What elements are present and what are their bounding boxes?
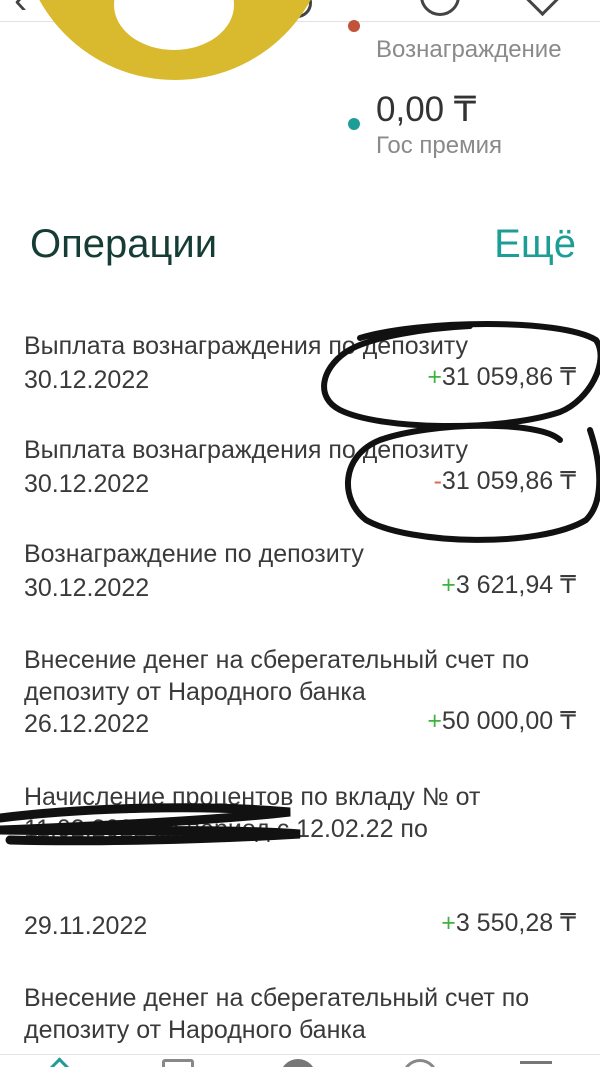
operation-date: 29.11.2022 xyxy=(24,912,148,940)
operation-amount-value: 31 059,86 ₸ xyxy=(441,363,576,391)
operation-description: Выплата вознаграждения по депозиту xyxy=(24,436,469,464)
legend-label-state-bonus: Гос премия xyxy=(376,132,502,159)
operation-amount-value: 50 000,00 ₸ xyxy=(441,707,576,735)
operation-description: Вознаграждение по депозиту xyxy=(24,540,364,568)
operations-title: Операции xyxy=(30,222,218,266)
menu-icon[interactable] xyxy=(520,1061,552,1067)
legend-dot-state-bonus xyxy=(348,118,360,130)
legend-label-reward: Вознаграждение xyxy=(376,36,562,63)
operation-date: 30.12.2022 xyxy=(24,470,150,498)
operation-amount: +50 000,00 ₸ xyxy=(427,706,576,736)
operation-sign: + xyxy=(441,571,456,599)
operation-amount: -31 059,86 ₸ xyxy=(434,466,576,496)
operation-description: Внесение денег на сберегательный счет по… xyxy=(24,646,530,706)
operation-description: Внесение денег на сберегательный счет по… xyxy=(24,984,530,1044)
operation-amount: +3 550,28 ₸ xyxy=(441,908,576,938)
operation-amount: +31 059,86 ₸ xyxy=(427,362,576,392)
operation-date: 30.12.2022 xyxy=(24,574,150,602)
bottom-tab-bar xyxy=(0,1054,600,1067)
operation-amount: +3 621,94 ₸ xyxy=(441,570,576,600)
operation-sign: + xyxy=(441,909,456,937)
back-arrow-icon[interactable]: ‹ xyxy=(14,0,27,22)
legend-value-state-bonus: 0,00 ₸ xyxy=(376,90,477,129)
operation-sign: + xyxy=(427,707,442,735)
operation-amount-value: 31 059,86 ₸ xyxy=(441,467,576,495)
operation-amount-value: 3 550,28 ₸ xyxy=(455,909,576,937)
info-icon[interactable] xyxy=(420,0,460,16)
operation-sign: - xyxy=(433,467,442,495)
operation-date: 30.12.2022 xyxy=(24,366,150,394)
edit-icon[interactable] xyxy=(524,0,561,17)
operation-description: Выплата вознаграждения по депозиту xyxy=(24,332,469,360)
operation-amount-value: 3 621,94 ₸ xyxy=(455,571,576,599)
operations-more-link[interactable]: Ещё xyxy=(494,222,576,267)
legend-dot-reward xyxy=(348,20,360,32)
redaction-scribbles xyxy=(0,321,600,846)
operation-date: 26.12.2022 xyxy=(24,710,150,738)
operation-description: Начисление процентов по вкладу № от 11.0… xyxy=(24,783,481,843)
operation-sign: + xyxy=(427,363,442,391)
